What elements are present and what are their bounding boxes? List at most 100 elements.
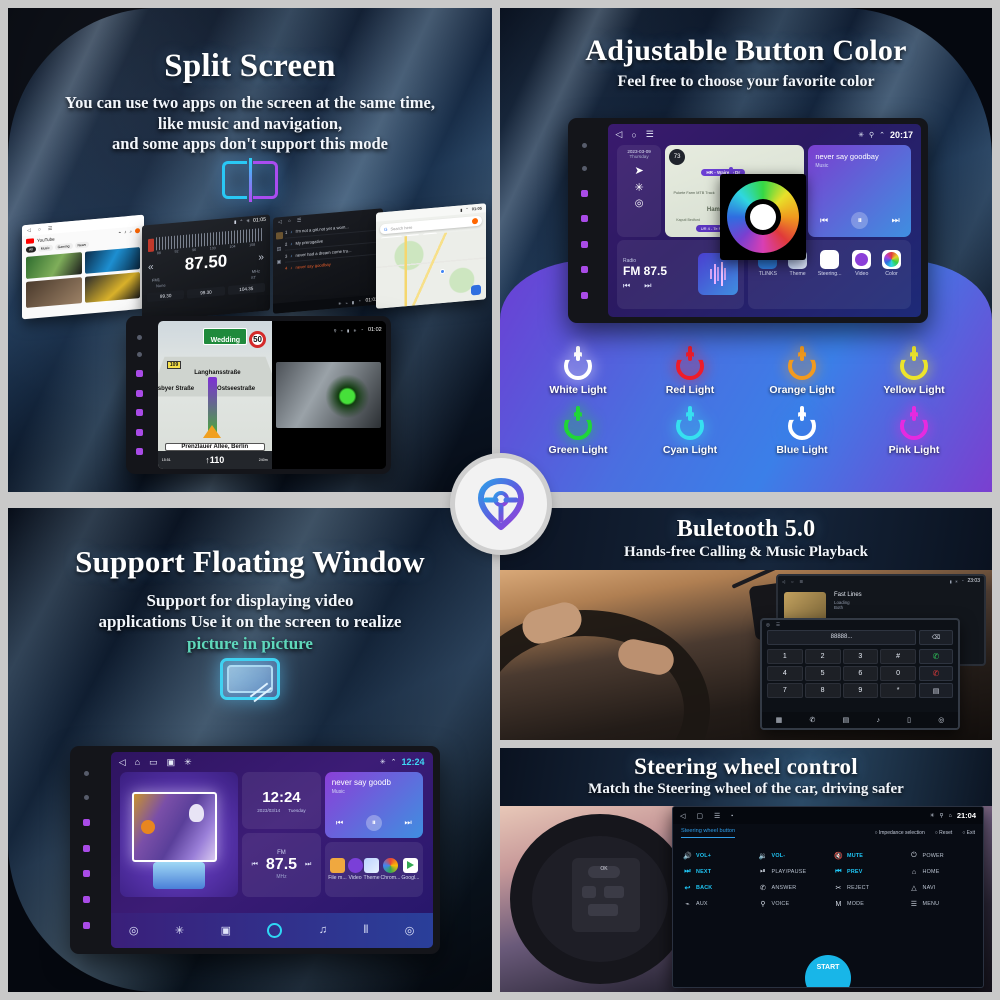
app-icon-theme[interactable]: Theme bbox=[363, 857, 380, 881]
recent-calls-icon[interactable]: ✆ bbox=[809, 716, 815, 724]
navigation-view[interactable]: Wedding 50 109 Langhansstraße sbyer Stra… bbox=[157, 320, 272, 470]
app-icon-video[interactable]: Video bbox=[852, 249, 872, 277]
bluetooth-icon[interactable]: ✳ bbox=[184, 757, 192, 768]
back-button[interactable] bbox=[135, 409, 143, 417]
app-icon-steering[interactable]: Steering... bbox=[818, 249, 842, 277]
avatar[interactable] bbox=[472, 217, 478, 225]
music-widget[interactable]: never say goodb Music ⏮ ⏸ ⏭ bbox=[324, 771, 423, 838]
dial-key[interactable]: # bbox=[880, 649, 916, 664]
prev-station-button[interactable]: ⏮ bbox=[623, 281, 630, 291]
dial-key[interactable]: 1 bbox=[767, 649, 803, 664]
reset-button[interactable] bbox=[136, 352, 142, 358]
home-icon[interactable]: ▢ bbox=[696, 812, 703, 820]
volume-up-button[interactable] bbox=[580, 266, 588, 273]
home-button[interactable] bbox=[83, 844, 91, 852]
tune-up-button[interactable]: » bbox=[258, 252, 264, 263]
app-icon-video[interactable]: Video bbox=[347, 857, 363, 881]
clock-widget[interactable]: 12:24 2023/03/14 Tuesday bbox=[242, 771, 321, 830]
prev-track-button[interactable]: ⏮ bbox=[336, 818, 343, 828]
home-icon[interactable]: ○ bbox=[791, 579, 793, 584]
back-icon[interactable]: ◁ bbox=[119, 757, 126, 768]
menu-icon[interactable]: ☰ bbox=[714, 812, 720, 820]
swc-button-mute[interactable]: 🔇 MUTE bbox=[828, 848, 904, 864]
swc-button-back[interactable]: ↩ BACK bbox=[677, 880, 753, 896]
next-station-button[interactable]: ⏭ bbox=[644, 281, 651, 291]
swc-button-answer[interactable]: ✆ ANSWER bbox=[753, 880, 829, 896]
backspace-icon[interactable]: ⌫ bbox=[919, 630, 953, 645]
exit-button[interactable]: ○ Exit bbox=[962, 830, 975, 836]
radio-preset[interactable]: 99.30 bbox=[147, 289, 185, 303]
color-wheel-handle[interactable] bbox=[750, 204, 777, 231]
power-button[interactable] bbox=[83, 818, 91, 826]
call-reject-icon[interactable]: ✆ bbox=[919, 666, 953, 681]
equalizer-icon[interactable]: ▤ bbox=[277, 246, 282, 252]
avatar[interactable] bbox=[135, 228, 140, 234]
power-button[interactable] bbox=[135, 369, 143, 377]
steering-wheel-button[interactable] bbox=[588, 904, 618, 916]
light-option-green[interactable]: Green Light bbox=[522, 406, 634, 456]
home-icon[interactable]: ○ bbox=[631, 130, 636, 140]
bluetooth-icon[interactable]: ✳ bbox=[620, 181, 658, 194]
mic-button[interactable] bbox=[581, 142, 587, 148]
settings-icon[interactable]: ◎ bbox=[766, 622, 770, 628]
video-thumbnail[interactable] bbox=[26, 252, 82, 279]
swc-button-next[interactable]: ⏭ NEXT bbox=[677, 864, 753, 880]
swc-button-vol-down[interactable]: 🔉 VOL- bbox=[753, 848, 829, 864]
back-icon[interactable]: ◁ bbox=[27, 227, 31, 233]
dial-key[interactable]: 9 bbox=[842, 683, 879, 698]
radio-widget[interactable]: FM ⏮ 87.5 ⏭ MHz bbox=[242, 833, 321, 897]
playlist-icon[interactable]: ▣ bbox=[277, 259, 282, 265]
reset-button[interactable] bbox=[84, 794, 90, 800]
steering-wheel-button[interactable] bbox=[582, 886, 596, 898]
apps-widget[interactable]: File m... Video Theme Chrom... Googl... bbox=[324, 841, 423, 897]
reset-button[interactable] bbox=[581, 166, 587, 171]
back-icon[interactable]: ◁ bbox=[278, 219, 282, 225]
settings-icon[interactable]: ◎ bbox=[405, 924, 415, 937]
bt-audio-icon[interactable]: ♪ bbox=[876, 717, 880, 724]
radio-icon[interactable]: ▣ bbox=[221, 924, 231, 937]
prev-station-button[interactable]: ⏮ bbox=[252, 861, 258, 869]
reset-button[interactable]: ○ Reset bbox=[935, 830, 952, 836]
contacts-icon[interactable]: ▤ bbox=[843, 716, 850, 724]
navigation-icon[interactable]: ➤ bbox=[620, 164, 658, 177]
side-button-rail[interactable] bbox=[568, 118, 600, 323]
play-pause-button[interactable]: ⏸ bbox=[365, 814, 382, 831]
video-thumbnail[interactable] bbox=[84, 247, 140, 274]
map-canvas[interactable] bbox=[376, 229, 486, 309]
dial-key[interactable]: 7 bbox=[767, 683, 803, 698]
home-icon[interactable]: ⌂ bbox=[135, 757, 140, 767]
app-icon-chrome[interactable]: Chrom... bbox=[381, 857, 400, 881]
dial-key[interactable]: 5 bbox=[804, 666, 841, 681]
power-button[interactable] bbox=[580, 189, 588, 197]
app-icon-color[interactable]: Color bbox=[881, 249, 901, 277]
dial-key[interactable]: 3 bbox=[842, 649, 879, 664]
swc-button-aux[interactable]: ⌁ AUX bbox=[677, 896, 753, 912]
dial-key[interactable]: 6 bbox=[842, 666, 879, 681]
side-button-rail[interactable] bbox=[70, 746, 103, 954]
volume-up-button[interactable] bbox=[83, 896, 91, 904]
color-wheel-picker[interactable] bbox=[720, 174, 807, 261]
home-icon[interactable]: ○ bbox=[38, 226, 41, 232]
notifications-icon[interactable]: ♪ bbox=[124, 229, 126, 235]
back-icon[interactable]: ◁ bbox=[782, 579, 785, 584]
dial-key[interactable]: * bbox=[880, 683, 916, 698]
swc-button-home[interactable]: ⌂ HOME bbox=[904, 864, 980, 880]
dial-key[interactable]: 8 bbox=[804, 683, 841, 698]
swc-button-play-pause[interactable]: ⏯ PLAY/PAUSE bbox=[753, 864, 829, 880]
back-icon[interactable]: ◁ bbox=[615, 129, 622, 140]
video-thumbnail[interactable] bbox=[84, 272, 140, 303]
menu-icon[interactable]: ☰ bbox=[776, 622, 780, 628]
radio-preset[interactable]: 104.35 bbox=[227, 282, 265, 296]
recents-icon[interactable]: ▭ bbox=[149, 757, 158, 768]
steering-wheel-button[interactable]: OK bbox=[588, 866, 620, 878]
home-icon[interactable]: ○ bbox=[288, 218, 291, 224]
prev-track-button[interactable]: ⏮ bbox=[820, 215, 828, 226]
media-widget[interactable] bbox=[120, 771, 239, 897]
app-icon-file-manager[interactable]: File m... bbox=[328, 857, 347, 881]
home-button[interactable] bbox=[580, 215, 588, 222]
search-input[interactable]: Search here bbox=[391, 224, 413, 231]
video-view[interactable]: ⚲ ⌁ ▮ ✳ ⌃ 01:02 bbox=[271, 320, 386, 470]
mic-button[interactable] bbox=[136, 334, 142, 340]
volume-up-button[interactable] bbox=[135, 428, 143, 436]
menu-icon[interactable]: ☰ bbox=[800, 579, 804, 584]
